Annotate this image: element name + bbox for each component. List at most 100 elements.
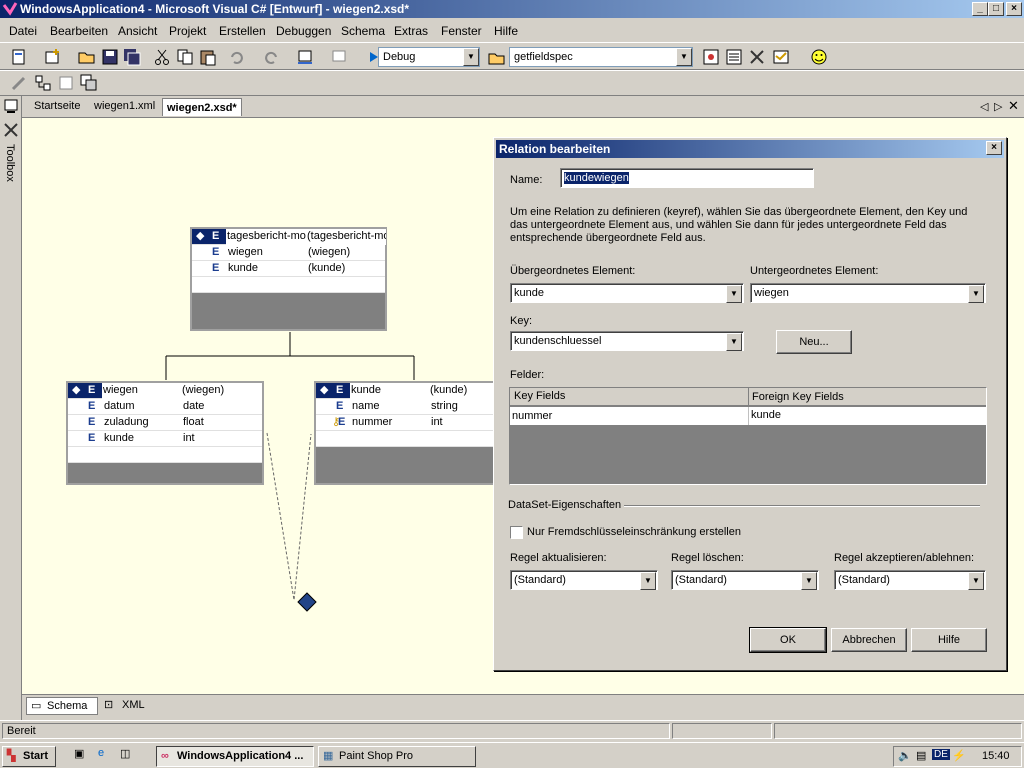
element-name[interactable]: name [352,399,380,414]
schema-tool-icon[interactable] [10,74,28,92]
table-row[interactable]: E kunde (kunde) [192,261,385,277]
menu-erstellen[interactable]: Erstellen [219,20,266,42]
task-visual-studio[interactable]: ∞ WindowsApplication4 ... [156,746,314,767]
close-document-icon[interactable]: ✕ [1008,98,1019,114]
task-paint-shop-pro[interactable]: ▦ Paint Shop Pro [318,746,476,767]
menu-schema[interactable]: Schema [341,20,385,42]
element-type[interactable]: string [431,399,458,414]
element-type[interactable]: float [183,415,204,430]
schema-element-tagesbericht[interactable]: ◆ E tagesbericht-mo (tagesbericht-mo E w… [190,227,387,331]
maximize-button[interactable]: □ [988,2,1004,16]
element-type[interactable]: int [183,431,195,446]
toolbox-icon[interactable] [748,48,766,66]
table-row[interactable] [192,277,385,293]
element-name[interactable]: tagesbericht-mo [226,229,306,245]
table-row[interactable]: E kunde int [68,431,262,447]
help-button[interactable]: Hilfe [911,628,987,652]
network-icon[interactable]: ⚡ [952,749,966,762]
fields-grid[interactable]: Key Fields Foreign Key Fields nummer kun… [509,387,987,485]
element-name[interactable]: wiegen [228,245,263,260]
navigate-forward-icon[interactable] [330,48,348,66]
tray-icon[interactable]: ▤ [916,749,926,762]
menu-datei[interactable]: Datei [9,20,37,42]
chevron-down-icon[interactable]: ▼ [726,285,742,303]
delete-rule-select[interactable]: (Standard) ▼ [671,570,819,590]
element-name[interactable]: datum [104,399,135,414]
fk-only-checkbox[interactable] [510,526,523,539]
fk-only-label[interactable]: Nur Fremdschlüsseleinschränkung erstelle… [527,526,741,538]
chevron-down-icon[interactable]: ▼ [968,572,984,590]
paste-icon[interactable] [199,48,217,66]
element-type[interactable]: int [431,415,443,430]
dialog-close-button[interactable]: × [986,141,1002,155]
configuration-combo[interactable]: Debug ▼ [378,47,480,67]
menu-bearbeiten[interactable]: Bearbeiten [50,20,108,42]
tab-wiegen1[interactable]: wiegen1.xml [94,100,155,112]
smiley-icon[interactable] [810,48,828,66]
element-name[interactable]: wiegen [102,383,181,399]
name-field[interactable]: kundewiegen [560,168,814,188]
add-item-icon[interactable] [44,48,62,66]
open-icon[interactable] [78,48,96,66]
tab-wiegen2[interactable]: wiegen2.xsd* [162,98,242,116]
undo-icon[interactable] [228,48,246,66]
add-element-icon[interactable] [80,74,98,92]
find-combo[interactable]: getfieldspec ▼ [509,47,693,67]
table-row[interactable]: ◆ E kunde (kunde) [316,383,496,399]
tab-scroll-left-icon[interactable]: ◁ [980,100,988,113]
tab-schema[interactable]: ▭ Schema [26,697,98,715]
menu-fenster[interactable]: Fenster [441,20,482,42]
key-select[interactable]: kundenschluessel ▼ [510,331,744,351]
menu-projekt[interactable]: Projekt [169,20,206,42]
minimize-button[interactable]: _ [972,2,988,16]
menu-ansicht[interactable]: Ansicht [118,20,157,42]
element-name[interactable]: kunde [228,261,258,276]
table-row[interactable]: ◆ E wiegen (wiegen) [68,383,262,399]
tab-startseite[interactable]: Startseite [34,100,80,112]
menu-extras[interactable]: Extras [394,20,428,42]
toolbox-label[interactable]: Toolbox [4,144,16,182]
relation-diamond-icon[interactable] [297,592,317,612]
table-row[interactable] [68,447,262,463]
element-type[interactable]: (kunde) [308,261,345,276]
language-indicator[interactable]: DE [932,749,950,760]
parent-element-select[interactable]: kunde ▼ [510,283,744,303]
class-view-icon[interactable] [772,48,790,66]
element-type[interactable]: (kunde) [429,383,496,399]
toolbox-icon[interactable] [3,122,19,138]
col-foreign-key-fields[interactable]: Foreign Key Fields [748,388,844,406]
solution-explorer-icon[interactable] [702,48,720,66]
table-row[interactable]: E wiegen (wiegen) [192,245,385,261]
redo-icon[interactable] [262,48,280,66]
chevron-down-icon[interactable]: ▼ [676,48,692,66]
foreign-key-field-cell[interactable]: kunde [748,407,781,425]
element-name[interactable]: kunde [104,431,134,446]
accept-reject-rule-select[interactable]: (Standard) ▼ [834,570,986,590]
table-row[interactable]: nummer kunde [510,407,986,425]
save-icon[interactable] [101,48,119,66]
element-type[interactable]: (tagesbericht-mo [306,229,386,245]
table-row[interactable] [316,431,496,447]
server-explorer-icon[interactable] [3,98,19,114]
element-type[interactable]: (wiegen) [308,245,350,260]
chevron-down-icon[interactable]: ▼ [968,285,984,303]
chevron-down-icon[interactable]: ▼ [463,48,479,66]
add-key-icon[interactable] [57,74,75,92]
copy-icon[interactable] [176,48,194,66]
table-row[interactable]: ◆ E tagesbericht-mo (tagesbericht-mo [192,229,386,245]
menu-hilfe[interactable]: Hilfe [494,20,518,42]
element-name[interactable]: kunde [350,383,429,399]
ok-button[interactable]: OK [749,627,827,653]
chevron-down-icon[interactable]: ▼ [801,572,817,590]
element-type[interactable]: date [183,399,204,414]
chevron-down-icon[interactable]: ▼ [726,333,742,351]
close-button[interactable]: × [1006,2,1022,16]
table-row[interactable]: E zuladung float [68,415,262,431]
update-rule-select[interactable]: (Standard) ▼ [510,570,658,590]
child-element-select[interactable]: wiegen ▼ [750,283,986,303]
volume-icon[interactable]: 🔈 [898,749,912,762]
schema-element-wiegen[interactable]: ◆ E wiegen (wiegen) E datum date E zulad… [66,381,264,485]
show-desktop-icon[interactable]: ▣ [74,747,84,760]
new-key-button[interactable]: Neu... [776,330,852,354]
add-relation-icon[interactable] [34,74,52,92]
